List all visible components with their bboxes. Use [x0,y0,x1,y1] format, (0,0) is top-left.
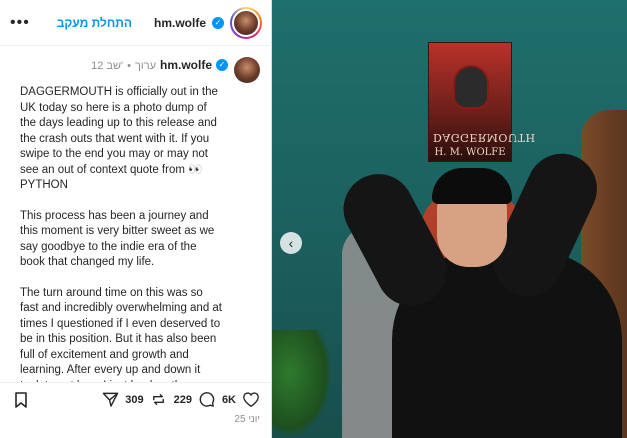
like-count: 6K [221,393,236,406]
more-icon[interactable]: ••• [10,14,30,32]
follow-button[interactable]: התחלת מעקב [57,16,132,30]
avatar-image [232,8,260,37]
repost-icon[interactable] [150,391,168,409]
carousel-prev-button[interactable]: ‹ [280,232,302,254]
caption-area: 12 שב' • ערוך hm.wolfe ✓ DAGGERMOUTH is … [0,47,272,382]
share-icon[interactable] [101,391,119,409]
caption-separator: • [127,60,131,72]
caption-paragraph: The turn around time on this was so fast… [20,286,223,383]
comment-count: 229 [173,393,192,406]
bookmark-icon[interactable] [12,391,30,409]
caption-avatar[interactable] [234,57,260,83]
post-media[interactable]: DAGGERMOUTH H. M. WOLFE [272,0,627,438]
heart-icon[interactable] [242,391,260,409]
post-header: ••• התחלת מעקב hm.wolfe ✓ [0,0,272,46]
book-title: DAGGERMOUTH [433,131,536,144]
verified-icon: ✓ [212,16,224,29]
action-bar: 309 229 6K [0,382,272,416]
caption-header: 12 שב' • ערוך hm.wolfe ✓ [12,57,260,83]
caption-text: DAGGERMOUTH is officially out in the UK … [12,85,260,382]
header-username[interactable]: hm.wolfe [154,16,206,30]
avatar[interactable] [230,6,262,39]
action-bar-right: 309 229 6K [101,391,260,409]
comment-icon[interactable] [198,391,216,409]
skull-illustration [455,67,487,107]
book-cover: DAGGERMOUTH H. M. WOLFE [428,42,536,162]
caption-age: 12 שב' [91,60,124,72]
background-plant [272,330,332,438]
edited-label: ערוך [134,60,156,72]
post-date: 25 יוני [234,414,260,425]
verified-icon: ✓ [216,58,228,71]
book-author: H. M. WOLFE [434,147,506,158]
caption-paragraph: This process has been a journey and this… [20,209,215,269]
repost-count: 309 [125,393,144,406]
person-bandana [432,168,512,204]
chevron-left-icon: ‹ [288,235,294,251]
action-bar-left [12,391,30,409]
caption-paragraph: DAGGERMOUTH is officially out in the UK … [20,86,218,191]
caption-username[interactable]: hm.wolfe [160,58,212,72]
header-user: התחלת מעקב hm.wolfe ✓ [57,6,262,39]
post-side-panel: ••• התחלת מעקב hm.wolfe ✓ 12 שב' • ערוך … [0,0,272,438]
